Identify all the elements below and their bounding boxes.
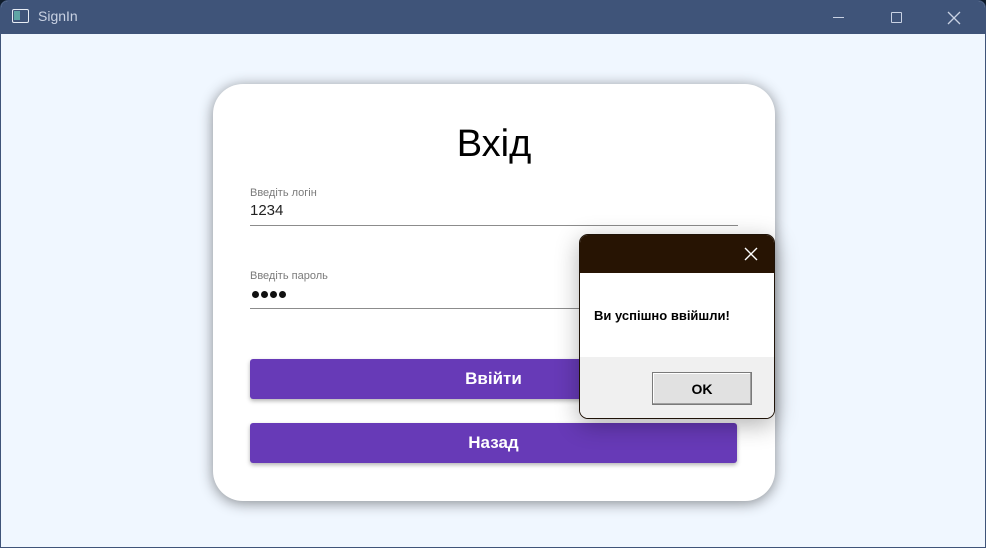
password-mask-dot [252, 291, 259, 298]
login-field[interactable]: 1234 [250, 202, 283, 219]
message-dialog: Ви успішно ввійшли! OK [579, 234, 775, 419]
back-button[interactable]: Назад [250, 423, 737, 463]
close-icon [744, 247, 758, 261]
close-button[interactable] [925, 1, 983, 34]
login-label: Введіть логін [250, 187, 317, 199]
dialog-close-button[interactable] [728, 235, 774, 273]
maximize-button[interactable] [867, 1, 925, 34]
maximize-icon [890, 12, 902, 23]
minimize-button[interactable] [809, 1, 867, 34]
ok-button[interactable]: OK [652, 372, 752, 405]
minimize-icon [832, 17, 844, 18]
password-mask-dot [279, 291, 286, 298]
page-title: Вхід [456, 123, 532, 165]
password-field[interactable] [250, 289, 290, 301]
login-underline [250, 225, 738, 226]
dialog-message: Ви успішно ввійшли! [594, 308, 730, 323]
dialog-title-bar[interactable] [580, 235, 774, 273]
close-icon [947, 11, 961, 24]
app-window-icon [12, 9, 29, 23]
password-mask-dot [261, 291, 268, 298]
password-mask-dot [270, 291, 277, 298]
signin-window: SignIn Вхід Введіть логін 1234 Введіть п… [0, 0, 986, 548]
title-bar[interactable]: SignIn [1, 1, 985, 34]
password-label: Введіть пароль [250, 270, 328, 282]
window-title: SignIn [38, 8, 78, 24]
